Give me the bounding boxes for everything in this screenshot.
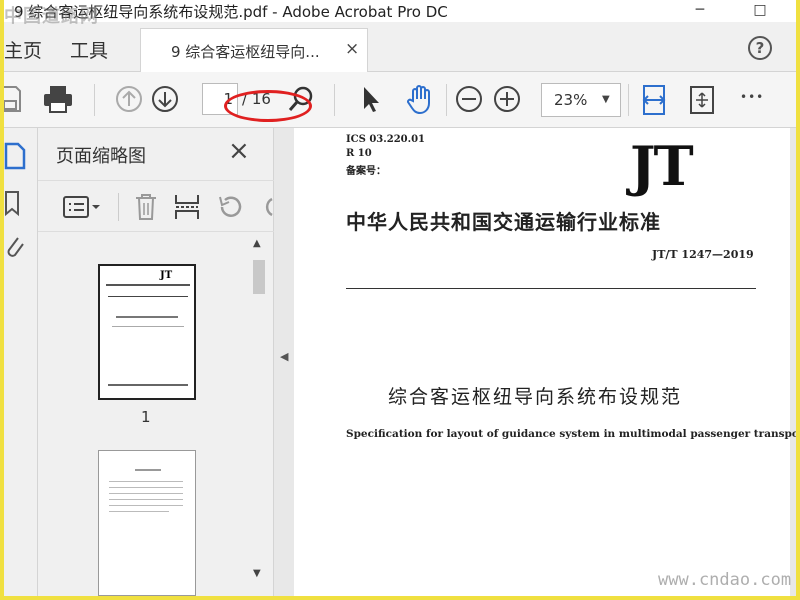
panel-toolbar — [38, 180, 274, 232]
left-navigation-rail — [4, 128, 38, 596]
page-thumbnails-panel: 页面缩略图 × ▲ ▼ JT 1 — [38, 128, 274, 596]
page-thumbnails-icon[interactable] — [4, 142, 26, 174]
thumbnail-text-line — [109, 511, 169, 512]
toolbar-divider — [628, 84, 629, 116]
annotation-ellipse — [224, 90, 312, 122]
thumbnail-text-line — [135, 469, 161, 471]
attachment-icon[interactable] — [4, 232, 24, 266]
bookmarks-icon[interactable] — [4, 190, 22, 222]
title-divider — [346, 288, 756, 289]
toolbar-divider — [118, 193, 119, 221]
help-icon[interactable]: ? — [748, 36, 772, 60]
acrobat-window: 9 综合客运枢纽导向系统布设规范.pdf - Adobe Acrobat Pro… — [4, 0, 796, 596]
more-options-icon[interactable]: ••• — [740, 90, 764, 104]
tab-bar: 主页 工具 9 综合客运枢纽导向... × ? — [4, 22, 796, 72]
classification-code: R 10 — [346, 148, 372, 159]
watermark-top: 中国道路网 — [4, 6, 99, 27]
select-cursor-icon[interactable] — [358, 84, 382, 114]
minimize-button[interactable]: ─ — [680, 0, 720, 22]
thumbnail-text-line — [109, 481, 183, 482]
save-icon[interactable] — [4, 84, 22, 114]
page-thumbnail[interactable]: JT — [98, 264, 196, 400]
zoom-select[interactable]: 23% ▼ — [541, 83, 621, 117]
zoom-value: 23% — [554, 91, 588, 109]
thumbnail-text-line — [109, 499, 183, 500]
thumbnail-text-line — [106, 284, 190, 286]
zoom-out-icon[interactable] — [454, 84, 484, 114]
hand-tool-icon[interactable] — [404, 84, 436, 116]
thumbnail-text-line — [109, 493, 183, 494]
delete-page-icon[interactable] — [134, 193, 158, 225]
thumbnail-text-line — [109, 505, 183, 506]
tab-home[interactable]: 主页 — [4, 36, 42, 63]
next-page-icon[interactable] — [150, 84, 180, 114]
thumbnail-logo: JT — [160, 270, 173, 281]
chevron-down-icon: ▼ — [602, 94, 610, 105]
standard-number: JT/T 1247—2019 — [652, 248, 754, 261]
watermark-bottom: www.cndao.com — [658, 570, 792, 590]
title-bar: 9 综合客运枢纽导向系统布设规范.pdf - Adobe Acrobat Pro… — [4, 0, 796, 22]
document-title-english: Specification for layout of guidance sys… — [346, 428, 796, 440]
thumbnails-scrollbar[interactable]: ▲ ▼ — [250, 238, 268, 588]
collapse-panel-icon[interactable]: ◀ — [280, 350, 288, 363]
thumbnail-text-line — [109, 487, 183, 488]
toolbar-divider — [446, 84, 447, 116]
document-tab-label: 9 综合客运枢纽导向... — [171, 43, 320, 61]
close-tab-button[interactable]: × — [345, 39, 359, 59]
thumbnail-options-icon[interactable] — [62, 195, 102, 223]
scroll-down-icon[interactable]: ▼ — [253, 568, 261, 579]
page-thumbnail-number: 1 — [141, 408, 151, 426]
scrollbar-thumb[interactable] — [253, 260, 265, 294]
close-panel-button[interactable]: × — [228, 136, 250, 166]
tab-document[interactable]: 9 综合客运枢纽导向... × — [140, 28, 368, 72]
zoom-in-icon[interactable] — [492, 84, 522, 114]
scroll-up-icon[interactable]: ▲ — [253, 238, 261, 249]
fit-page-icon[interactable] — [640, 84, 668, 116]
thumbnail-rule — [108, 296, 188, 297]
full-screen-icon[interactable] — [688, 84, 716, 116]
toolbar-divider — [334, 84, 335, 116]
ics-code: ICS 03.220.01 — [346, 134, 426, 145]
previous-page-icon[interactable] — [114, 84, 144, 114]
maximize-button[interactable]: □ — [740, 0, 780, 22]
rotate-clockwise-icon[interactable] — [260, 193, 274, 225]
jt-logo: JT — [630, 134, 694, 198]
tab-tools[interactable]: 工具 — [70, 36, 108, 63]
panel-title: 页面缩略图 — [56, 146, 146, 167]
record-number-label: 备案号： — [346, 166, 386, 177]
insert-page-icon[interactable] — [174, 193, 200, 225]
page-thumbnail[interactable] — [98, 450, 196, 596]
standard-title: 中华人民共和国交通运输行业标准 — [346, 210, 661, 234]
rotate-icon[interactable] — [216, 193, 244, 225]
thumbnail-text-line — [116, 316, 178, 318]
document-title-chinese: 综合客运枢纽导向系统布设规范 — [388, 386, 683, 408]
toolbar-divider — [94, 84, 95, 116]
toolbar: / 16 23% ▼ ••• — [4, 72, 796, 128]
thumbnail-text-line — [108, 384, 188, 386]
thumbnail-text-line — [112, 326, 184, 327]
print-icon[interactable] — [42, 84, 74, 114]
pdf-page: ICS 03.220.01 R 10 备案号： JT 中华人民共和国交通运输行业… — [294, 128, 796, 596]
